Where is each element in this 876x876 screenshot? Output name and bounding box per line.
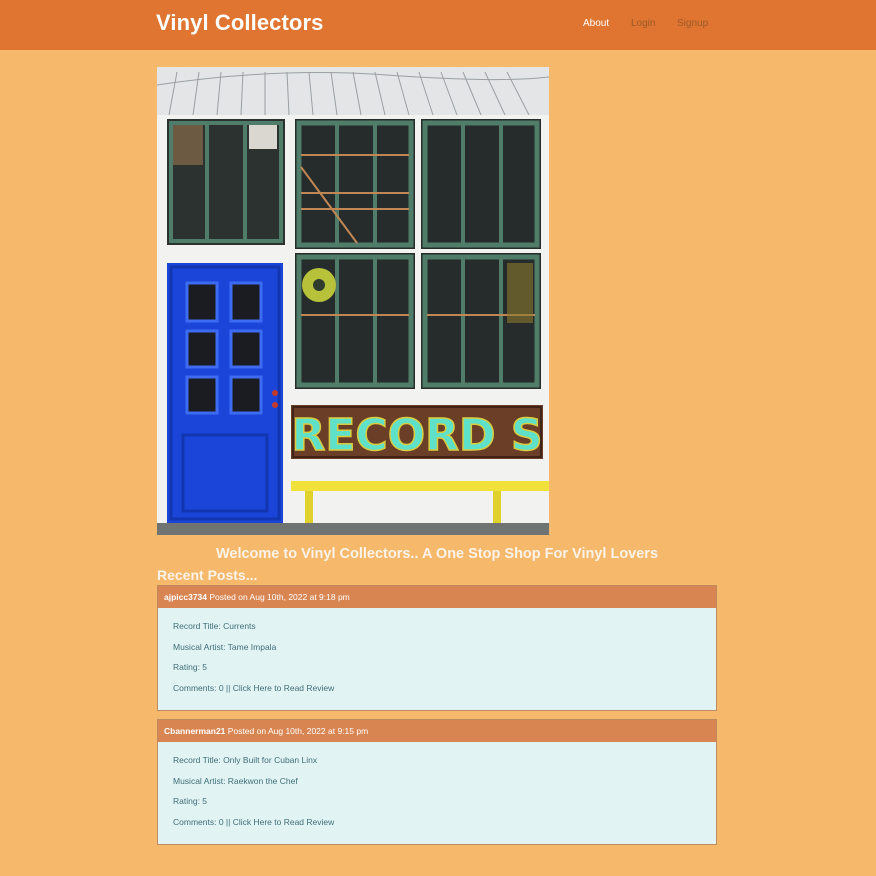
post-timestamp: Posted on Aug 10th, 2022 at 9:18 pm bbox=[209, 592, 350, 602]
post-card-header: Cbannerman21 Posted on Aug 10th, 2022 at… bbox=[158, 720, 716, 742]
record-title: Record Title: Currents bbox=[173, 621, 256, 631]
navbar: Vinyl Collectors About Login Signup bbox=[0, 0, 876, 50]
comments-count: Comments: 0 || bbox=[173, 816, 233, 827]
post-timestamp: Posted on Aug 10th, 2022 at 9:15 pm bbox=[227, 726, 369, 736]
comments-row: Comments: 0 || Click Here to Read Review bbox=[173, 683, 716, 704]
comments-row: Comments: 0 || Click Here to Read Review bbox=[173, 817, 716, 838]
musical-artist: Musical Artist: Tame Impala bbox=[173, 641, 277, 652]
record-title: Record Title: Only Built for Cuban Linx bbox=[173, 755, 318, 765]
post-card-header: ajpicc3734 Posted on Aug 10th, 2022 at 9… bbox=[158, 586, 716, 608]
record-store-storefront: RECORD S bbox=[157, 67, 549, 535]
comments-count: Comments: 0 || bbox=[173, 682, 233, 693]
post-card: ajpicc3734 Posted on Aug 10th, 2022 at 9… bbox=[157, 585, 717, 711]
sign-text: RECORD S bbox=[291, 410, 542, 461]
hero-image: RECORD S bbox=[157, 67, 549, 535]
read-review-link[interactable]: Click Here to Read Review bbox=[233, 817, 335, 827]
post-card-body: Record Title: Currents Musical Artist: T… bbox=[158, 608, 716, 703]
read-review-link[interactable]: Click Here to Read Review bbox=[233, 683, 335, 693]
musical-artist: Musical Artist: Raekwon the Chef bbox=[173, 775, 298, 786]
recent-posts-heading: Recent Posts... bbox=[157, 567, 258, 583]
post-username: Cbannerman21 bbox=[164, 726, 226, 736]
post-card-body: Record Title: Only Built for Cuban Linx … bbox=[158, 742, 716, 837]
rating: Rating: 5 bbox=[173, 796, 208, 806]
nav-about-link[interactable]: About bbox=[583, 18, 609, 29]
rating: Rating: 5 bbox=[173, 662, 208, 672]
post-username: ajpicc3734 bbox=[164, 592, 208, 602]
post-card: Cbannerman21 Posted on Aug 10th, 2022 at… bbox=[157, 719, 717, 845]
brand-link[interactable]: Vinyl Collectors bbox=[156, 10, 323, 36]
nav-login-link[interactable]: Login bbox=[631, 18, 655, 29]
welcome-heading: Welcome to Vinyl Collectors.. A One Stop… bbox=[215, 546, 659, 562]
nav-signup-link[interactable]: Signup bbox=[677, 18, 708, 29]
